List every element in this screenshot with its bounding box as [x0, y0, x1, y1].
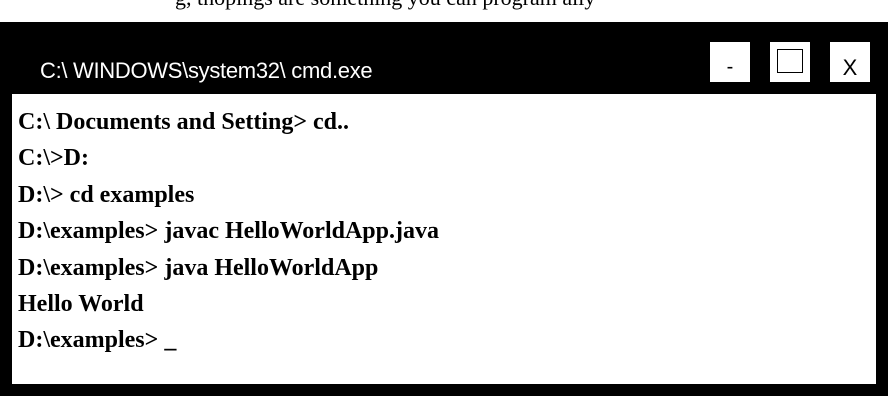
close-icon: X	[842, 55, 858, 80]
window-title: C:\ WINDOWS\system32\ cmd.exe	[40, 58, 373, 83]
console-prompt-line[interactable]: D:\examples> _	[18, 322, 876, 358]
console-line: D:\examples> javac HelloWorldApp.java	[18, 218, 439, 245]
console-line: D:\> cd examples	[18, 181, 195, 208]
close-button[interactable]: X	[830, 42, 870, 82]
cropped-text: g, thopings are something you can progra…	[175, 0, 595, 9]
title-bar[interactable]: C:\ WINDOWS\system32\ cmd.exe - X	[0, 22, 888, 94]
page: g, thopings are something you can progra…	[0, 0, 888, 396]
minimize-icon: -	[726, 56, 734, 78]
console-line: D:\examples> java HelloWorldApp	[18, 254, 379, 281]
console-line: C:\>D:	[18, 145, 89, 172]
minimize-button[interactable]: -	[710, 42, 750, 82]
maximize-button[interactable]	[770, 42, 810, 82]
cmd-window: C:\ WINDOWS\system32\ cmd.exe - X C:\ Do…	[0, 22, 888, 396]
console-output[interactable]: C:\ Documents and Setting> cd.. C:\>D: D…	[12, 94, 876, 384]
cropped-text-strip: g, thopings are something you can progra…	[0, 0, 888, 12]
console-line: C:\ Documents and Setting> cd..	[18, 109, 350, 135]
console-line: Hello World	[18, 291, 144, 318]
maximize-icon	[777, 49, 803, 73]
